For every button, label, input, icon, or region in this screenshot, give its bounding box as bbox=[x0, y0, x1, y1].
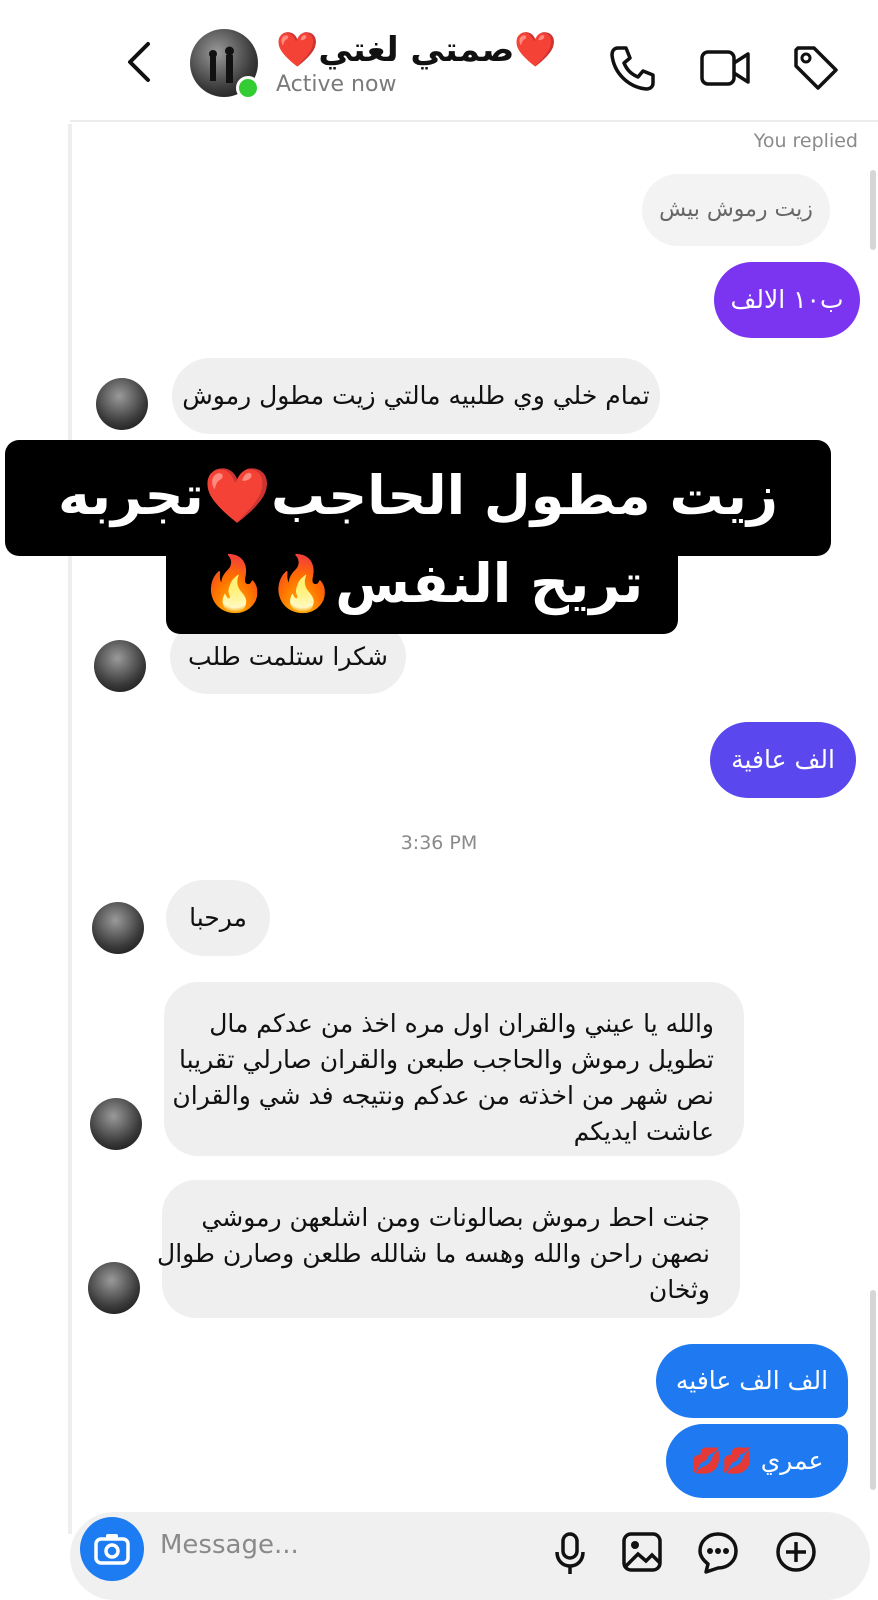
salon-line: جنت احط رموش بصالونات ومن اشلعهن رموشي bbox=[201, 1203, 710, 1232]
caption-line-2: تريح النفس🔥🔥 bbox=[200, 552, 644, 615]
contact-avatar-small bbox=[92, 902, 144, 954]
salon-line: نصهن راحن والله وهسه ما شالله طلعن وصارن… bbox=[157, 1239, 710, 1268]
review-line: والله يا عيني والقران اول مره اخذ من عدك… bbox=[209, 1009, 714, 1038]
contact-avatar-small bbox=[96, 378, 148, 430]
outgoing-message-welcome-2[interactable]: الف الف عافيه bbox=[656, 1344, 848, 1418]
contact-avatar-small bbox=[90, 1098, 142, 1150]
outgoing-message-welcome[interactable]: الف عافية bbox=[710, 722, 856, 798]
incoming-message-order[interactable]: تمام خلي وي طلبيه مالتي زيت مطول رموش bbox=[172, 358, 660, 434]
scrollbar-top[interactable] bbox=[870, 170, 876, 250]
more-options-button[interactable] bbox=[774, 1530, 818, 1574]
outgoing-message-kisses[interactable]: عمري 💋💋 bbox=[666, 1424, 848, 1498]
microphone-icon bbox=[555, 1532, 585, 1574]
camera-button[interactable] bbox=[80, 1517, 144, 1581]
video-camera-icon bbox=[700, 50, 750, 86]
outgoing-message-price[interactable]: ب١٠ الالف bbox=[714, 262, 860, 338]
review-line: عاشت ايديكم bbox=[573, 1117, 714, 1146]
contact-avatar-small bbox=[94, 640, 146, 692]
phone-call-button[interactable] bbox=[606, 42, 658, 94]
reply-quote-bubble[interactable]: زيت رموش بيش bbox=[642, 174, 830, 246]
back-button[interactable] bbox=[118, 38, 162, 86]
salon-line: وثخان bbox=[648, 1275, 710, 1304]
gallery-icon bbox=[622, 1532, 662, 1572]
left-edge bbox=[68, 124, 72, 1534]
timestamp: 3:36 PM bbox=[400, 832, 478, 854]
camera-icon bbox=[94, 1534, 130, 1565]
contact-name[interactable]: ❤️صمتي لغتي❤️ bbox=[276, 30, 557, 70]
tag-icon bbox=[794, 46, 838, 90]
plus-icon bbox=[776, 1532, 816, 1572]
sticker-button[interactable] bbox=[696, 1530, 740, 1574]
video-call-button[interactable] bbox=[698, 42, 754, 94]
back-chevron-icon bbox=[128, 42, 150, 82]
tag-button[interactable] bbox=[790, 42, 842, 94]
review-line: نص شهر من اخذته من عدكم ونتيجه فد شي وال… bbox=[172, 1081, 714, 1110]
gallery-button[interactable] bbox=[620, 1530, 664, 1574]
caption-line-1: زيت مطول الحاجب❤️تجربه bbox=[58, 464, 778, 527]
phone-icon bbox=[610, 46, 655, 91]
active-status: Active now bbox=[276, 72, 397, 97]
online-indicator bbox=[236, 76, 260, 100]
voice-message-button[interactable] bbox=[548, 1530, 592, 1574]
incoming-message-hello[interactable]: مرحبا bbox=[166, 880, 270, 956]
contact-avatar-small bbox=[88, 1262, 140, 1314]
header-divider bbox=[70, 120, 878, 122]
replied-label: You replied bbox=[753, 130, 858, 152]
incoming-message-salon[interactable]: جنت احط رموش بصالونات ومن اشلعهن رموشي ن… bbox=[157, 1180, 740, 1318]
sticker-icon bbox=[698, 1532, 738, 1574]
message-input[interactable]: Message... bbox=[160, 1530, 299, 1560]
review-line: تطويل رموش والحاجب طبعن والقران صارلي تق… bbox=[178, 1045, 714, 1074]
incoming-message-review[interactable]: والله يا عيني والقران اول مره اخذ من عدك… bbox=[164, 982, 744, 1156]
scrollbar-thumb[interactable] bbox=[870, 1290, 876, 1490]
